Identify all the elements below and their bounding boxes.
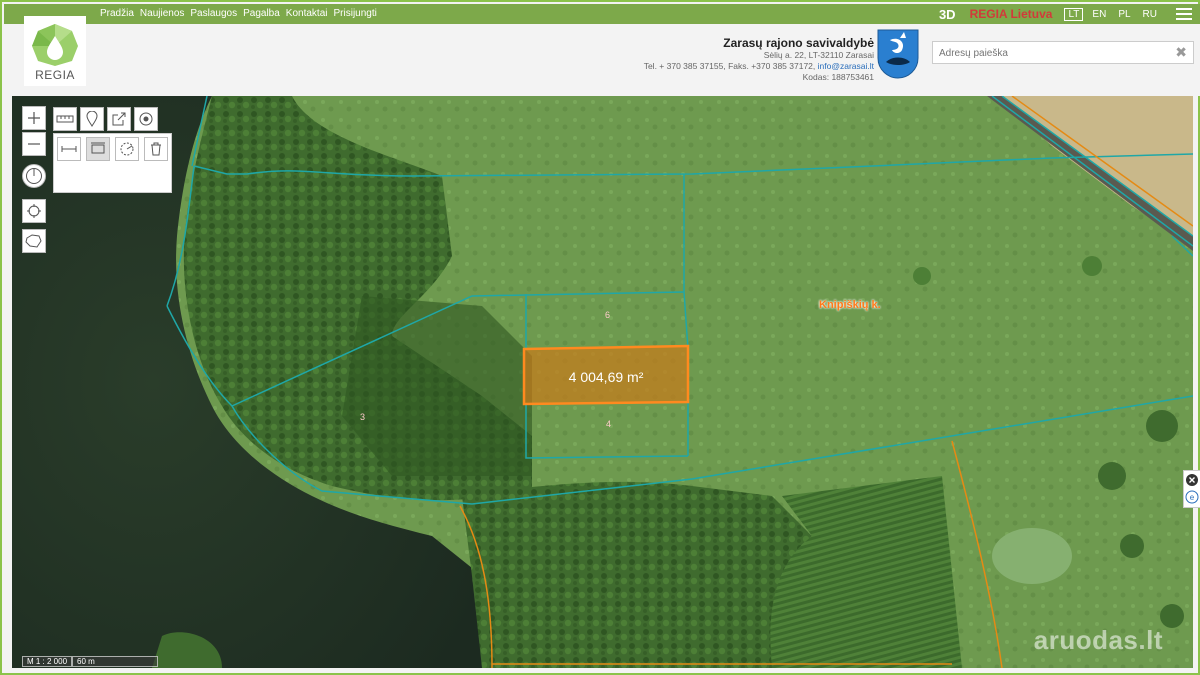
- nav-contacts[interactable]: Kontaktai: [286, 8, 328, 19]
- radius-icon: [120, 142, 134, 156]
- lang-pl[interactable]: PL: [1115, 9, 1133, 20]
- municipality-email[interactable]: info@zarasai.lt: [818, 61, 874, 71]
- side-buttons: e: [1183, 470, 1200, 508]
- municipality-address: Sėlių a. 22, LT-32110 Zarasai: [763, 50, 874, 60]
- ruler-icon: [56, 115, 74, 123]
- municipality-name: Zarasų rajono savivaldybė: [723, 36, 874, 50]
- share-tool-button[interactable]: [107, 107, 131, 131]
- nav-news[interactable]: Naujienos: [140, 8, 184, 19]
- clear-search-icon[interactable]: ✖: [1175, 44, 1187, 61]
- target-icon: [139, 112, 153, 126]
- pin-icon: [86, 111, 98, 127]
- header: REGIA Zarasų rajono savivaldybė Sėlių a.…: [4, 16, 1200, 96]
- trash-icon: [151, 142, 161, 156]
- scale-bar: M 1 : 2 000 60 m: [22, 656, 159, 667]
- region-outline-icon: [25, 234, 42, 248]
- nav-services[interactable]: Paslaugos: [190, 8, 237, 19]
- lang-en[interactable]: EN: [1089, 9, 1109, 20]
- lot-number-6: 6: [605, 310, 611, 320]
- zoom-out-button[interactable]: [22, 132, 46, 156]
- delete-measure-button[interactable]: [144, 137, 168, 161]
- measure-tool-button[interactable]: [53, 107, 77, 131]
- lot-number-4: 4: [606, 419, 612, 429]
- crosshair-icon: [27, 204, 41, 218]
- measure-area-button[interactable]: [86, 137, 110, 161]
- municipality-code: Kodas: 188753461: [802, 72, 874, 82]
- nav-home[interactable]: Pradžia: [100, 8, 134, 19]
- area-icon: [91, 142, 105, 154]
- svg-text:e: e: [1190, 493, 1195, 502]
- plus-icon: [28, 112, 40, 124]
- app-frame: Pradžia Naujienos Paslaugos Pagalba Kont…: [0, 0, 1200, 675]
- address-search: ✖: [932, 41, 1194, 64]
- scale-ratio: M 1 : 2 000: [22, 656, 73, 667]
- municipality-contacts: Tel. + 370 385 37155, Faks. +370 385 371…: [644, 61, 874, 72]
- distance-icon: [61, 146, 77, 152]
- watermark: aruodas.lt: [1033, 625, 1163, 655]
- municipality-phone: Tel. + 370 385 37155, Faks. +370 385 371…: [643, 61, 816, 71]
- measured-area-label: 4 004,69 m²: [568, 368, 644, 385]
- coat-of-arms-icon: [877, 29, 919, 79]
- minus-icon: [28, 143, 40, 145]
- nav-help[interactable]: Pagalba: [243, 8, 280, 19]
- top-bar: Pradžia Naujienos Paslaugos Pagalba Kont…: [4, 4, 1200, 24]
- hamburger-menu-icon[interactable]: [1176, 8, 1192, 20]
- measure-radius-button[interactable]: [115, 137, 139, 161]
- regia-logo[interactable]: REGIA: [24, 16, 86, 86]
- municipality-info: Zarasų rajono savivaldybė Sėlių a. 22, L…: [644, 36, 874, 83]
- nav-login[interactable]: Prisijungti: [334, 8, 377, 19]
- share-icon: [112, 112, 126, 126]
- measure-options-panel: [53, 133, 172, 193]
- locate-button[interactable]: [22, 199, 46, 223]
- target-tool-button[interactable]: [134, 107, 158, 131]
- marker-tool-button[interactable]: [80, 107, 104, 131]
- scale-length: 60 m: [72, 656, 159, 667]
- lot-number-3: 3: [360, 412, 366, 422]
- compass-icon: [26, 168, 42, 184]
- lang-ru[interactable]: RU: [1140, 9, 1160, 20]
- region-button[interactable]: [22, 229, 46, 253]
- compass-button[interactable]: [22, 164, 46, 188]
- top-navigation: Pradžia Naujienos Paslaugos Pagalba Kont…: [100, 8, 377, 19]
- regia-drop-icon: [32, 24, 78, 66]
- map-view[interactable]: 4 004,69 m² 6 4 3 Knipiškių k. M 1: 2 0…: [12, 96, 1193, 668]
- village-label: Knipiškių k.: [819, 299, 881, 311]
- measure-distance-button[interactable]: [57, 137, 81, 161]
- 3d-button[interactable]: 3D: [939, 7, 956, 22]
- search-input[interactable]: [939, 45, 1169, 61]
- side-controls: e: [1185, 474, 1199, 504]
- zoom-in-button[interactable]: [22, 106, 46, 130]
- logo-text: REGIA: [35, 68, 75, 82]
- right-navigation: 3D REGIA Lietuva LT EN PL RU: [939, 6, 1192, 22]
- regia-lietuva-link[interactable]: REGIA Lietuva: [970, 7, 1053, 21]
- lang-lt[interactable]: LT: [1064, 7, 1084, 21]
